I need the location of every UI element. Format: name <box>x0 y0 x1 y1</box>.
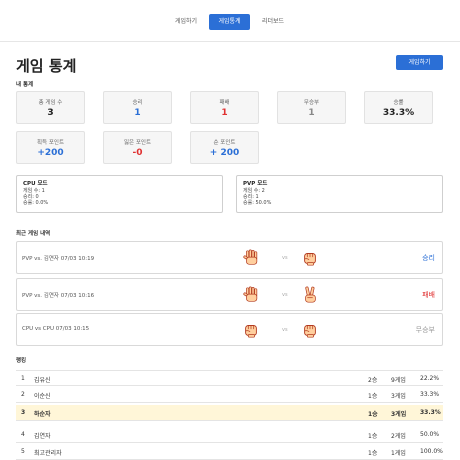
vs-label: vs <box>282 327 288 333</box>
game-row: PVP vs. 김연자 07/03 10:19 vs 승리 <box>16 241 443 274</box>
game-result: 패배 <box>422 291 435 299</box>
stat-label: 승리 <box>132 100 143 106</box>
player-name: 최고관리자 <box>34 450 62 457</box>
page-title: 게임 통계 <box>16 57 77 75</box>
stat-label: 잃은 포인트 <box>123 140 152 146</box>
game-result: 무승부 <box>415 326 435 334</box>
win-rate: 33.3% <box>420 391 440 398</box>
vs-label: vs <box>282 292 288 298</box>
stat-value: 1 <box>134 108 141 118</box>
stat-label: 총 게임 수 <box>38 100 63 106</box>
win-count: 1승 <box>368 393 378 400</box>
game-info: PVP vs. 김연자 07/03 10:16 <box>22 293 95 299</box>
stat-value: 33.3% <box>382 108 415 118</box>
ranking-row: 4 김연자 1승 2게임 50.0% <box>16 427 443 443</box>
mode-title: PVP 모드 <box>243 181 268 187</box>
rank-number: 1 <box>21 375 25 382</box>
win-count: 2승 <box>368 377 378 384</box>
stat-value: 3 <box>47 108 54 118</box>
win-rate: 22.2% <box>420 375 440 382</box>
ranking-row-current-user: 3 하순자 1승 3게임 33.3% <box>16 405 443 421</box>
ranking-row: 2 이순신 1승 3게임 33.3% <box>16 387 443 403</box>
rock-hand-icon <box>301 249 319 267</box>
paper-hand-icon <box>242 249 260 267</box>
tab-stats[interactable]: 게임통계 <box>209 14 250 30</box>
ranking-row: 5 최고관리자 1승 1게임 100.0% <box>16 444 443 460</box>
stat-draws: 무승부 1 <box>277 91 346 124</box>
stat-label: 패배 <box>219 100 230 106</box>
game-result: 승리 <box>422 254 435 262</box>
stat-points-earned: 획득 포인트 +200 <box>16 131 85 164</box>
stat-label: 획득 포인트 <box>36 140 65 146</box>
stat-losses: 패배 1 <box>190 91 259 124</box>
win-rate: 33.3% <box>420 409 441 416</box>
cpu-mode-card: CPU 모드 게임 수: 1 승리: 0 승률: 0.0% <box>16 175 223 213</box>
stat-points-lost: 잃은 포인트 -0 <box>103 131 172 164</box>
stat-value: + 200 <box>209 148 240 158</box>
game-row: PVP vs. 김연자 07/03 10:16 vs 패배 <box>16 278 443 311</box>
tab-play[interactable]: 게임하기 <box>164 14 208 30</box>
stat-wins: 승리 1 <box>103 91 172 124</box>
game-count: 3게임 <box>391 393 406 400</box>
stat-label: 무승부 <box>303 100 320 106</box>
stat-net-points: 순 포인트 + 200 <box>190 131 259 164</box>
player-name: 이순신 <box>34 393 51 400</box>
top-nav: 게임하기 게임통계 리더보드 <box>0 0 460 42</box>
game-count: 3게임 <box>391 411 407 418</box>
stat-label: 승률 <box>393 100 404 106</box>
game-count: 1게임 <box>391 450 406 457</box>
win-count: 1승 <box>368 450 378 457</box>
tab-leaderboard[interactable]: 리더보드 <box>252 14 294 30</box>
stat-label: 순 포인트 <box>213 140 236 146</box>
stat-total-games: 총 게임 수 3 <box>16 91 85 124</box>
game-info: PVP vs. 김연자 07/03 10:19 <box>22 256 95 262</box>
rank-number: 2 <box>21 391 25 398</box>
rank-number: 3 <box>21 409 26 416</box>
ranking-row: 1 김유신 2승 9게임 22.2% <box>16 370 443 386</box>
mode-title: CPU 모드 <box>23 181 48 187</box>
win-count: 1승 <box>368 433 378 440</box>
game-count: 2게임 <box>391 433 406 440</box>
scissors-hand-icon <box>301 286 319 304</box>
win-rate: 100.0% <box>420 448 443 455</box>
my-stats-heading: 내 통계 <box>16 82 34 88</box>
stat-value: 1 <box>221 108 228 118</box>
game-row: CPU vs CPU 07/03 10:15 vs 무승부 <box>16 313 443 346</box>
stat-value: -0 <box>132 148 143 158</box>
stat-value: +200 <box>37 148 64 158</box>
stat-value: 1 <box>308 108 315 118</box>
mode-rate: 승률: 0.0% <box>23 200 49 206</box>
win-rate: 50.0% <box>420 431 440 438</box>
play-game-button[interactable]: 게임하기 <box>396 55 443 70</box>
rock-hand-icon <box>301 321 319 339</box>
rank-number: 5 <box>21 448 25 455</box>
win-count: 1승 <box>368 411 378 418</box>
game-info: CPU vs CPU 07/03 10:15 <box>22 326 90 332</box>
game-count: 9게임 <box>391 377 406 384</box>
pvp-mode-card: PVP 모드 게임 수: 2 승리: 1 승률: 50.0% <box>236 175 443 213</box>
recent-games-heading: 최근 게임 내역 <box>16 231 51 237</box>
player-name: 김연자 <box>34 433 51 440</box>
stat-win-rate: 승률 33.3% <box>364 91 433 124</box>
player-name: 하순자 <box>34 411 51 418</box>
mode-rate: 승률: 50.0% <box>243 200 272 206</box>
player-name: 김유신 <box>34 377 51 384</box>
ranking-heading: 랭킹 <box>16 358 27 364</box>
rank-number: 4 <box>21 431 25 438</box>
rock-hand-icon <box>242 321 260 339</box>
paper-hand-icon <box>242 286 260 304</box>
vs-label: vs <box>282 255 288 261</box>
